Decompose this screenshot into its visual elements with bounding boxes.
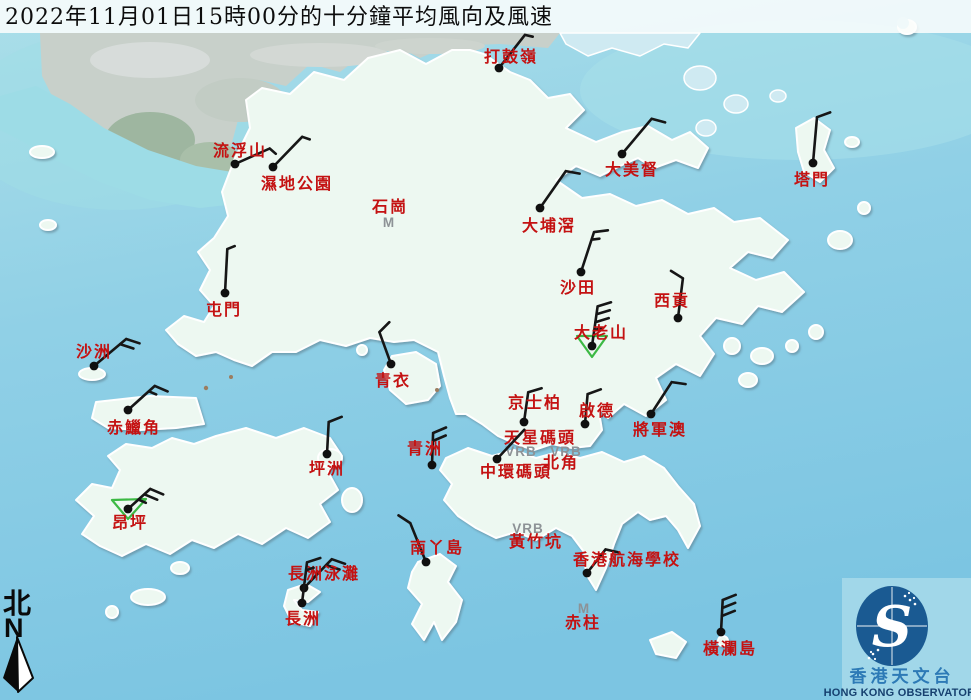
land-soko: [131, 589, 165, 605]
station-dot: [647, 410, 656, 419]
station-dot: [422, 558, 431, 567]
logo-name-zh: 香港天文台: [850, 666, 955, 687]
station-dot: [577, 268, 586, 277]
wind-map: 2022年11月01日15時00分的十分鐘平均風向及風速 打鼓嶺流浮山濕地公園石…: [0, 0, 971, 700]
wind-map-page: 2022年11月01日15時00分的十分鐘平均風向及風速 打鼓嶺流浮山濕地公園石…: [0, 0, 971, 700]
station-dot: [298, 599, 307, 608]
station-label: 青衣: [375, 371, 411, 390]
station-dot: [124, 406, 133, 415]
station-tag-m: M: [383, 215, 395, 230]
station-tag-vrb: VRB: [512, 521, 544, 536]
station-label: 中環碼頭: [480, 462, 552, 481]
station-label: 啟德: [579, 401, 615, 420]
compass-n-label: N: [4, 613, 24, 643]
station-label: 打鼓嶺: [484, 47, 538, 66]
station-label: 長洲泳灘: [288, 564, 360, 583]
station-label: 西貢: [654, 291, 690, 310]
harbour-speck: [435, 388, 439, 392]
station-dot: [231, 160, 240, 169]
station-label: 屯門: [206, 300, 242, 319]
station-dot: [520, 418, 529, 427]
logo-name-en: HONG KONG OBSERVATORY: [824, 687, 971, 699]
station-dot: [428, 461, 437, 470]
station-label: 沙洲: [76, 342, 112, 361]
station-label: 昂坪: [112, 513, 148, 532]
station-dot: [583, 569, 592, 578]
harbour-speck: [204, 386, 208, 390]
station-dot: [387, 360, 396, 369]
station-label: 流浮山: [213, 141, 267, 160]
station-dot: [269, 163, 278, 172]
station-dot: [581, 420, 590, 429]
map-title: 2022年11月01日15時00分的十分鐘平均風向及風速: [5, 5, 553, 30]
station-label: 青洲: [407, 439, 443, 458]
station-label: 坪洲: [309, 459, 345, 478]
station-label: 大美督: [605, 160, 659, 179]
station-dot: [221, 289, 230, 298]
station-tag-m: M: [578, 601, 590, 616]
station-dot: [717, 628, 726, 637]
station-dot: [323, 450, 332, 459]
station-label: 橫瀾島: [703, 639, 757, 658]
station-dot: [674, 314, 683, 323]
land-ma-wan: [357, 345, 367, 355]
station-dot: [536, 204, 545, 213]
hko-logo: S 香港天文台 HONG KONG OBSERVATORY: [824, 578, 971, 700]
harbour-speck: [229, 375, 233, 379]
station-label: 濕地公園: [261, 174, 333, 193]
station-label: 京士柏: [508, 393, 562, 412]
station-label: 將軍澳: [633, 420, 687, 439]
station-dot: [809, 159, 818, 168]
station-dot: [90, 362, 99, 371]
station-label: 石崗: [371, 197, 408, 216]
station-label: 沙田: [560, 278, 596, 297]
station-label: 南丫島: [410, 538, 464, 557]
station-label: 大老山: [574, 323, 628, 342]
station-dot: [588, 342, 597, 351]
station-label: 赤鱲角: [107, 418, 161, 437]
station-label: 長洲: [285, 609, 321, 628]
station-dot: [618, 150, 627, 159]
station-tag-vrb: VRB: [550, 444, 582, 459]
station-label: 大埔滘: [522, 216, 576, 235]
land-hei-ling-chau: [342, 488, 362, 512]
station-label: 塔門: [794, 170, 830, 189]
station-label: 香港航海學校: [572, 550, 681, 569]
